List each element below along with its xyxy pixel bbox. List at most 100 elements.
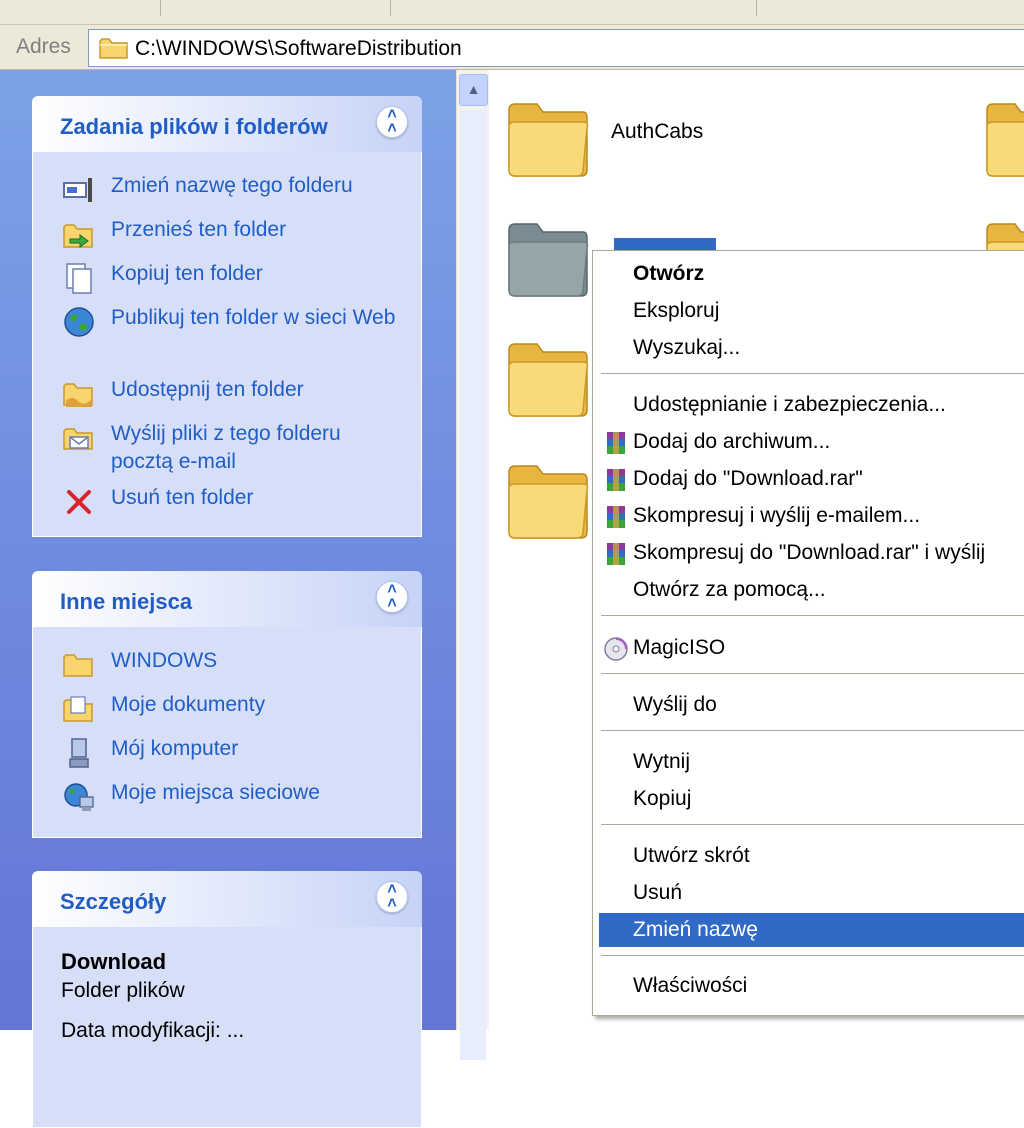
place-label: Moje miejsca sieciowe xyxy=(111,781,320,804)
menu-item-open[interactable]: Otwórz xyxy=(599,257,1024,291)
task-label: Udostępnij ten folder xyxy=(111,378,304,401)
panel-title: Szczegóły xyxy=(60,889,167,914)
place-label: WINDOWS xyxy=(111,649,218,672)
collapse-button[interactable]: ˄ ˄ xyxy=(376,106,408,138)
task-label: Publikuj ten folder w sieci Web xyxy=(111,306,396,329)
magiciso-icon xyxy=(603,636,629,662)
winrar-icon xyxy=(603,430,629,456)
collapse-button[interactable]: ˄ ˄ xyxy=(376,881,408,913)
delete-icon xyxy=(61,484,97,520)
folder-item[interactable] xyxy=(505,336,591,425)
file-folder-tasks-panel: Zadania plików i folderów ˄ ˄ Zmień nazwę… xyxy=(32,96,422,537)
menu-item-compress-rar-email[interactable]: Skompresuj do "Download.rar" i wyślij xyxy=(599,536,1024,570)
menu-item-label: Otwórz za pomocą... xyxy=(633,578,826,601)
chevrons-up-icon: ˄ ˄ xyxy=(387,581,397,612)
toolbar-segment[interactable] xyxy=(0,0,161,16)
menu-item-rename[interactable]: Zmień nazwę xyxy=(599,913,1024,947)
menu-item-label: Utwórz skrót xyxy=(633,844,750,867)
place-my-documents[interactable]: Moje dokumenty xyxy=(61,691,401,727)
menu-item-label: Wyszukaj... xyxy=(633,336,741,359)
menu-item-label: Wyślij do xyxy=(633,693,717,716)
email-icon xyxy=(61,420,97,456)
task-label: Wyślij pliki z tego folderu pocztą e-mai… xyxy=(111,422,341,473)
place-label: Moje dokumenty xyxy=(111,693,266,716)
address-input[interactable]: C:\WINDOWS\SoftwareDistribution xyxy=(88,29,1024,67)
task-delete-folder[interactable]: Usuń ten folder xyxy=(61,484,401,520)
folder-icon xyxy=(508,223,589,297)
my-computer-icon xyxy=(61,735,97,771)
folder-icon xyxy=(99,36,129,65)
details-date: Data modyfikacji: ... xyxy=(61,1019,245,1042)
folder-icon xyxy=(508,343,589,417)
address-label: Adres xyxy=(16,35,71,58)
task-email-files[interactable]: Wyślij pliki z tego folderu pocztą e-mai… xyxy=(61,420,401,476)
toolbar-segment[interactable] xyxy=(160,0,391,16)
scroll-track[interactable] xyxy=(460,110,486,1060)
collapse-button[interactable]: ˄ ˄ xyxy=(376,581,408,613)
menu-item-create-shortcut[interactable]: Utwórz skrót xyxy=(599,839,1024,873)
menu-separator xyxy=(601,730,1024,731)
place-windows[interactable]: WINDOWS xyxy=(61,647,401,683)
details-panel: Szczegóły ˄ ˄ Download Folder plików Data… xyxy=(32,871,422,1128)
other-places-panel: Inne miejsca ˄ ˄ WINDOWS Moje dokumenty M… xyxy=(32,571,422,838)
panel-body: WINDOWS Moje dokumenty Mój komputer Moje… xyxy=(32,627,422,838)
details-name: Download xyxy=(61,949,167,974)
address-path: C:\WINDOWS\SoftwareDistribution xyxy=(135,37,462,60)
winrar-icon xyxy=(603,504,629,530)
menu-item-delete[interactable]: Usuń xyxy=(599,876,1024,910)
task-share-folder[interactable]: Udostępnij ten folder xyxy=(61,376,401,412)
menu-item-label: Dodaj do "Download.rar" xyxy=(633,467,863,490)
panel-body: Download Folder plików Data modyfikacji:… xyxy=(32,927,422,1128)
scroll-up-button[interactable]: ▲ xyxy=(459,74,488,106)
menu-item-label: Udostępnianie i zabezpieczenia... xyxy=(633,393,946,416)
menu-item-magiciso[interactable]: MagicISO xyxy=(599,631,1024,665)
menu-separator xyxy=(601,824,1024,825)
folder-item[interactable] xyxy=(505,458,591,547)
menu-item-label: Skompresuj i wyślij e-mailem... xyxy=(633,504,921,527)
menu-item-properties[interactable]: Właściwości xyxy=(599,969,1024,1003)
menu-item-compress-email[interactable]: Skompresuj i wyślij e-mailem... xyxy=(599,499,1024,533)
menu-item-add-to-archive[interactable]: Dodaj do archiwum... xyxy=(599,425,1024,459)
menu-separator xyxy=(601,955,1024,956)
toolbar-strip xyxy=(0,0,1024,25)
menu-separator xyxy=(601,673,1024,674)
task-label: Przenieś ten folder xyxy=(111,218,287,241)
copy-icon xyxy=(61,260,97,296)
folder-icon xyxy=(61,647,97,683)
menu-item-send-to[interactable]: Wyślij do xyxy=(599,688,1024,722)
folder-item[interactable] xyxy=(983,96,1024,185)
panel-header[interactable]: Szczegóły ˄ ˄ xyxy=(32,871,422,927)
place-network-places[interactable]: Moje miejsca sieciowe xyxy=(61,779,401,815)
task-pane: Zadania plików i folderów ˄ ˄ Zmień nazwę… xyxy=(0,70,456,1128)
folder-label[interactable]: AuthCabs xyxy=(611,120,703,144)
globe-icon xyxy=(61,304,97,340)
winrar-icon xyxy=(603,541,629,567)
menu-item-copy[interactable]: Kopiuj xyxy=(599,782,1024,816)
vertical-scrollbar[interactable]: ▲ xyxy=(456,70,489,1060)
folder-item-selected[interactable] xyxy=(505,216,591,305)
task-move-folder[interactable]: Przenieś ten folder xyxy=(61,216,401,252)
menu-item-explore[interactable]: Eksploruj xyxy=(599,294,1024,328)
place-my-computer[interactable]: Mój komputer xyxy=(61,735,401,771)
folder-item-authcabs[interactable] xyxy=(505,96,591,185)
menu-item-search[interactable]: Wyszukaj... xyxy=(599,331,1024,365)
menu-item-sharing-security[interactable]: Udostępnianie i zabezpieczenia... xyxy=(599,388,1024,422)
menu-item-label: Usuń xyxy=(633,881,683,904)
task-copy-folder[interactable]: Kopiuj ten folder xyxy=(61,260,401,296)
menu-item-add-to-download-rar[interactable]: Dodaj do "Download.rar" xyxy=(599,462,1024,496)
task-publish-web[interactable]: Publikuj ten folder w sieci Web xyxy=(61,304,401,340)
menu-item-label: Wytnij xyxy=(633,750,690,773)
toolbar-segment[interactable] xyxy=(390,0,757,16)
panel-body: Zmień nazwę tego folderu Przenieś ten fo… xyxy=(32,152,422,537)
share-folder-icon xyxy=(61,376,97,412)
menu-item-label: Zmień nazwę xyxy=(633,918,758,941)
panel-header[interactable]: Zadania plików i folderów ˄ ˄ xyxy=(32,96,422,152)
panel-header[interactable]: Inne miejsca ˄ ˄ xyxy=(32,571,422,627)
menu-item-label: Dodaj do archiwum... xyxy=(633,430,831,453)
menu-item-open-with[interactable]: Otwórz za pomocą... xyxy=(599,573,1024,607)
menu-item-cut[interactable]: Wytnij xyxy=(599,745,1024,779)
menu-item-label: Kopiuj xyxy=(633,787,692,810)
context-menu: Otwórz Eksploruj Wyszukaj... Udostępnian… xyxy=(592,250,1024,1016)
task-rename-folder[interactable]: Zmień nazwę tego folderu xyxy=(61,172,401,208)
menu-separator xyxy=(601,615,1024,616)
